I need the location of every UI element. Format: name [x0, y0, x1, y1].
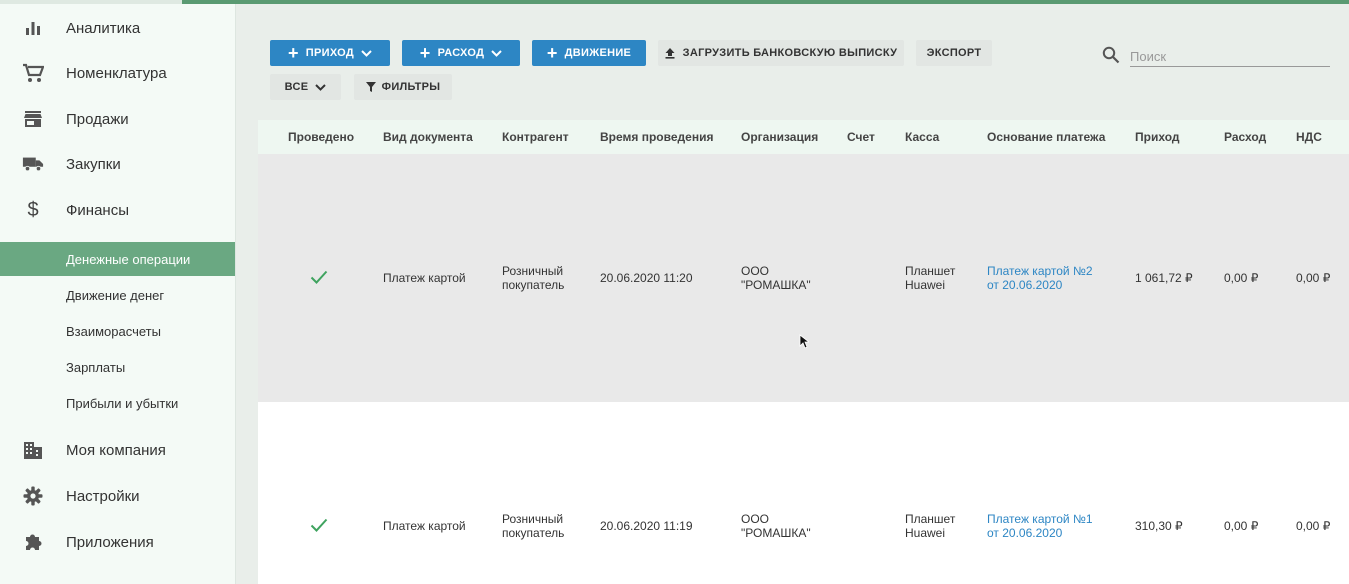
puzzle-icon: [22, 531, 44, 553]
table-header: Проведено Вид документа Контрагент Время…: [258, 120, 1349, 154]
column-header-time[interactable]: Время проведения: [600, 120, 713, 154]
cell-expense: 0,00 ₽: [1224, 519, 1259, 533]
sidebar-subitem-label: Движение денег: [66, 287, 165, 303]
filters-button[interactable]: ФИЛЬТРЫ: [354, 74, 452, 100]
payment-basis-link-line2[interactable]: от 20.06.2020: [987, 526, 1062, 540]
sidebar-item-sales[interactable]: Продажи: [0, 99, 235, 139]
cell-doc-type: Платеж картой: [383, 271, 466, 285]
sidebar-item-my-company[interactable]: Моя компания: [0, 430, 235, 470]
all-filter-dropdown[interactable]: ВСЕ: [270, 74, 341, 100]
column-header-account[interactable]: Счет: [847, 120, 875, 154]
cell-vat: 0,00 ₽: [1296, 519, 1331, 533]
sidebar-item-nomenclature[interactable]: Номенклатура: [0, 53, 235, 93]
sidebar-subitem-money-operations[interactable]: Денежные операции: [0, 242, 235, 276]
cell-counterparty-line1: Розничный: [502, 264, 564, 278]
table-row[interactable]: Платеж картой Розничный покупатель 20.06…: [258, 402, 1349, 584]
sidebar-item-label: Аналитика: [66, 19, 141, 37]
sidebar-subitem-label: Взаиморасчеты: [66, 323, 161, 339]
cell-cashbox-line1: Планшет: [905, 512, 956, 526]
cell-cashbox-line2: Huawei: [905, 526, 946, 540]
plus-icon: +: [419, 43, 431, 63]
column-header-doc-type[interactable]: Вид документа: [383, 120, 473, 154]
plus-icon: +: [287, 43, 299, 63]
column-header-vat[interactable]: НДС: [1296, 120, 1322, 154]
upload-bank-statement-button[interactable]: ЗАГРУЗИТЬ БАНКОВСКУЮ ВЫПИСКУ: [658, 40, 904, 66]
dollar-icon: $: [27, 198, 39, 221]
chevron-down-icon: [361, 49, 372, 57]
chevron-down-icon: [315, 83, 327, 91]
cell-organization-line1: ООО: [741, 264, 770, 278]
plus-icon: +: [546, 43, 558, 63]
sidebar-subitem-profit-loss[interactable]: Прибыли и убытки: [0, 386, 235, 420]
movement-button[interactable]: + ДВИЖЕНИЕ: [532, 40, 646, 66]
sidebar-subitem-label: Прибыли и убытки: [66, 395, 179, 411]
search-input[interactable]: [1130, 46, 1330, 67]
sidebar-item-purchases[interactable]: Закупки: [0, 144, 235, 184]
gear-icon: [22, 485, 44, 507]
column-header-counterparty[interactable]: Контрагент: [502, 120, 569, 154]
main-content: + ПРИХОД + РАСХОД + ДВИЖЕНИЕ ЗАГРУЗИТЬ Б…: [236, 4, 1349, 584]
income-button[interactable]: + ПРИХОД: [270, 40, 390, 66]
export-button[interactable]: ЭКСПОРТ: [916, 40, 992, 66]
column-header-posted[interactable]: Проведено: [288, 120, 354, 154]
filter-icon: [365, 82, 376, 92]
payment-basis-link-line1[interactable]: Платеж картой №2: [987, 264, 1093, 278]
cell-doc-type: Платеж картой: [383, 519, 466, 533]
cell-counterparty-line1: Розничный: [502, 512, 564, 526]
check-icon: [310, 518, 328, 532]
cart-icon: [22, 62, 44, 84]
sidebar: Аналитика Номенклатура Продажи Закупки $…: [0, 4, 236, 584]
payment-basis-link-line1[interactable]: Платеж картой №1: [987, 512, 1093, 526]
check-icon: [310, 270, 328, 284]
sidebar-item-label: Продажи: [66, 110, 129, 128]
sidebar-subitem-label: Денежные операции: [66, 251, 191, 267]
cell-vat: 0,00 ₽: [1296, 271, 1331, 285]
cell-time: 20.06.2020 11:19: [600, 519, 693, 533]
cell-cashbox-line2: Huawei: [905, 278, 946, 292]
table-row[interactable]: Платеж картой Розничный покупатель 20.06…: [258, 154, 1349, 402]
sidebar-item-apps[interactable]: Приложения: [0, 522, 235, 562]
sidebar-item-label: Моя компания: [66, 441, 166, 459]
store-icon: [22, 108, 44, 130]
sidebar-item-label: Настройки: [66, 487, 140, 505]
payment-basis-link-line2[interactable]: от 20.06.2020: [987, 278, 1062, 292]
cell-income: 1 061,72 ₽: [1135, 271, 1193, 285]
cell-expense: 0,00 ₽: [1224, 271, 1259, 285]
cell-counterparty-line2: покупатель: [502, 526, 565, 540]
sidebar-item-settings[interactable]: Настройки: [0, 476, 235, 516]
sidebar-subitem-label: Зарплаты: [66, 359, 126, 375]
sidebar-item-label: Приложения: [66, 533, 154, 551]
cell-organization-line2: "РОМАШКА": [741, 278, 811, 292]
cell-counterparty-line2: покупатель: [502, 278, 565, 292]
operations-table: Проведено Вид документа Контрагент Время…: [258, 120, 1349, 584]
column-header-organization[interactable]: Организация: [741, 120, 818, 154]
search-icon[interactable]: [1102, 46, 1120, 64]
sidebar-item-label: Закупки: [66, 155, 121, 173]
column-header-income[interactable]: Приход: [1135, 120, 1180, 154]
sidebar-item-finance[interactable]: $ Финансы: [0, 190, 235, 230]
truck-icon: [22, 153, 44, 175]
mouse-cursor-icon: [799, 334, 809, 349]
expense-button[interactable]: + РАСХОД: [402, 40, 520, 66]
chevron-down-icon: [491, 49, 502, 57]
column-header-cashbox[interactable]: Касса: [905, 120, 939, 154]
sidebar-subitem-salaries[interactable]: Зарплаты: [0, 350, 235, 384]
upload-icon: [665, 47, 675, 59]
sidebar-item-label: Финансы: [66, 201, 129, 219]
column-header-expense[interactable]: Расход: [1224, 120, 1266, 154]
sidebar-subitem-cash-flow[interactable]: Движение денег: [0, 278, 235, 312]
cell-organization-line1: ООО: [741, 512, 770, 526]
cell-cashbox-line1: Планшет: [905, 264, 956, 278]
sidebar-item-label: Номенклатура: [66, 64, 167, 82]
cell-organization-line2: "РОМАШКА": [741, 526, 811, 540]
sidebar-item-analytics[interactable]: Аналитика: [0, 8, 235, 48]
column-header-payment-basis[interactable]: Основание платежа: [987, 120, 1105, 154]
search-box: [1102, 44, 1332, 70]
sidebar-subitem-settlements[interactable]: Взаиморасчеты: [0, 314, 235, 348]
cell-time: 20.06.2020 11:20: [600, 271, 693, 285]
cell-income: 310,30 ₽: [1135, 519, 1183, 533]
bar-chart-icon: [22, 17, 44, 39]
building-icon: [22, 439, 44, 461]
